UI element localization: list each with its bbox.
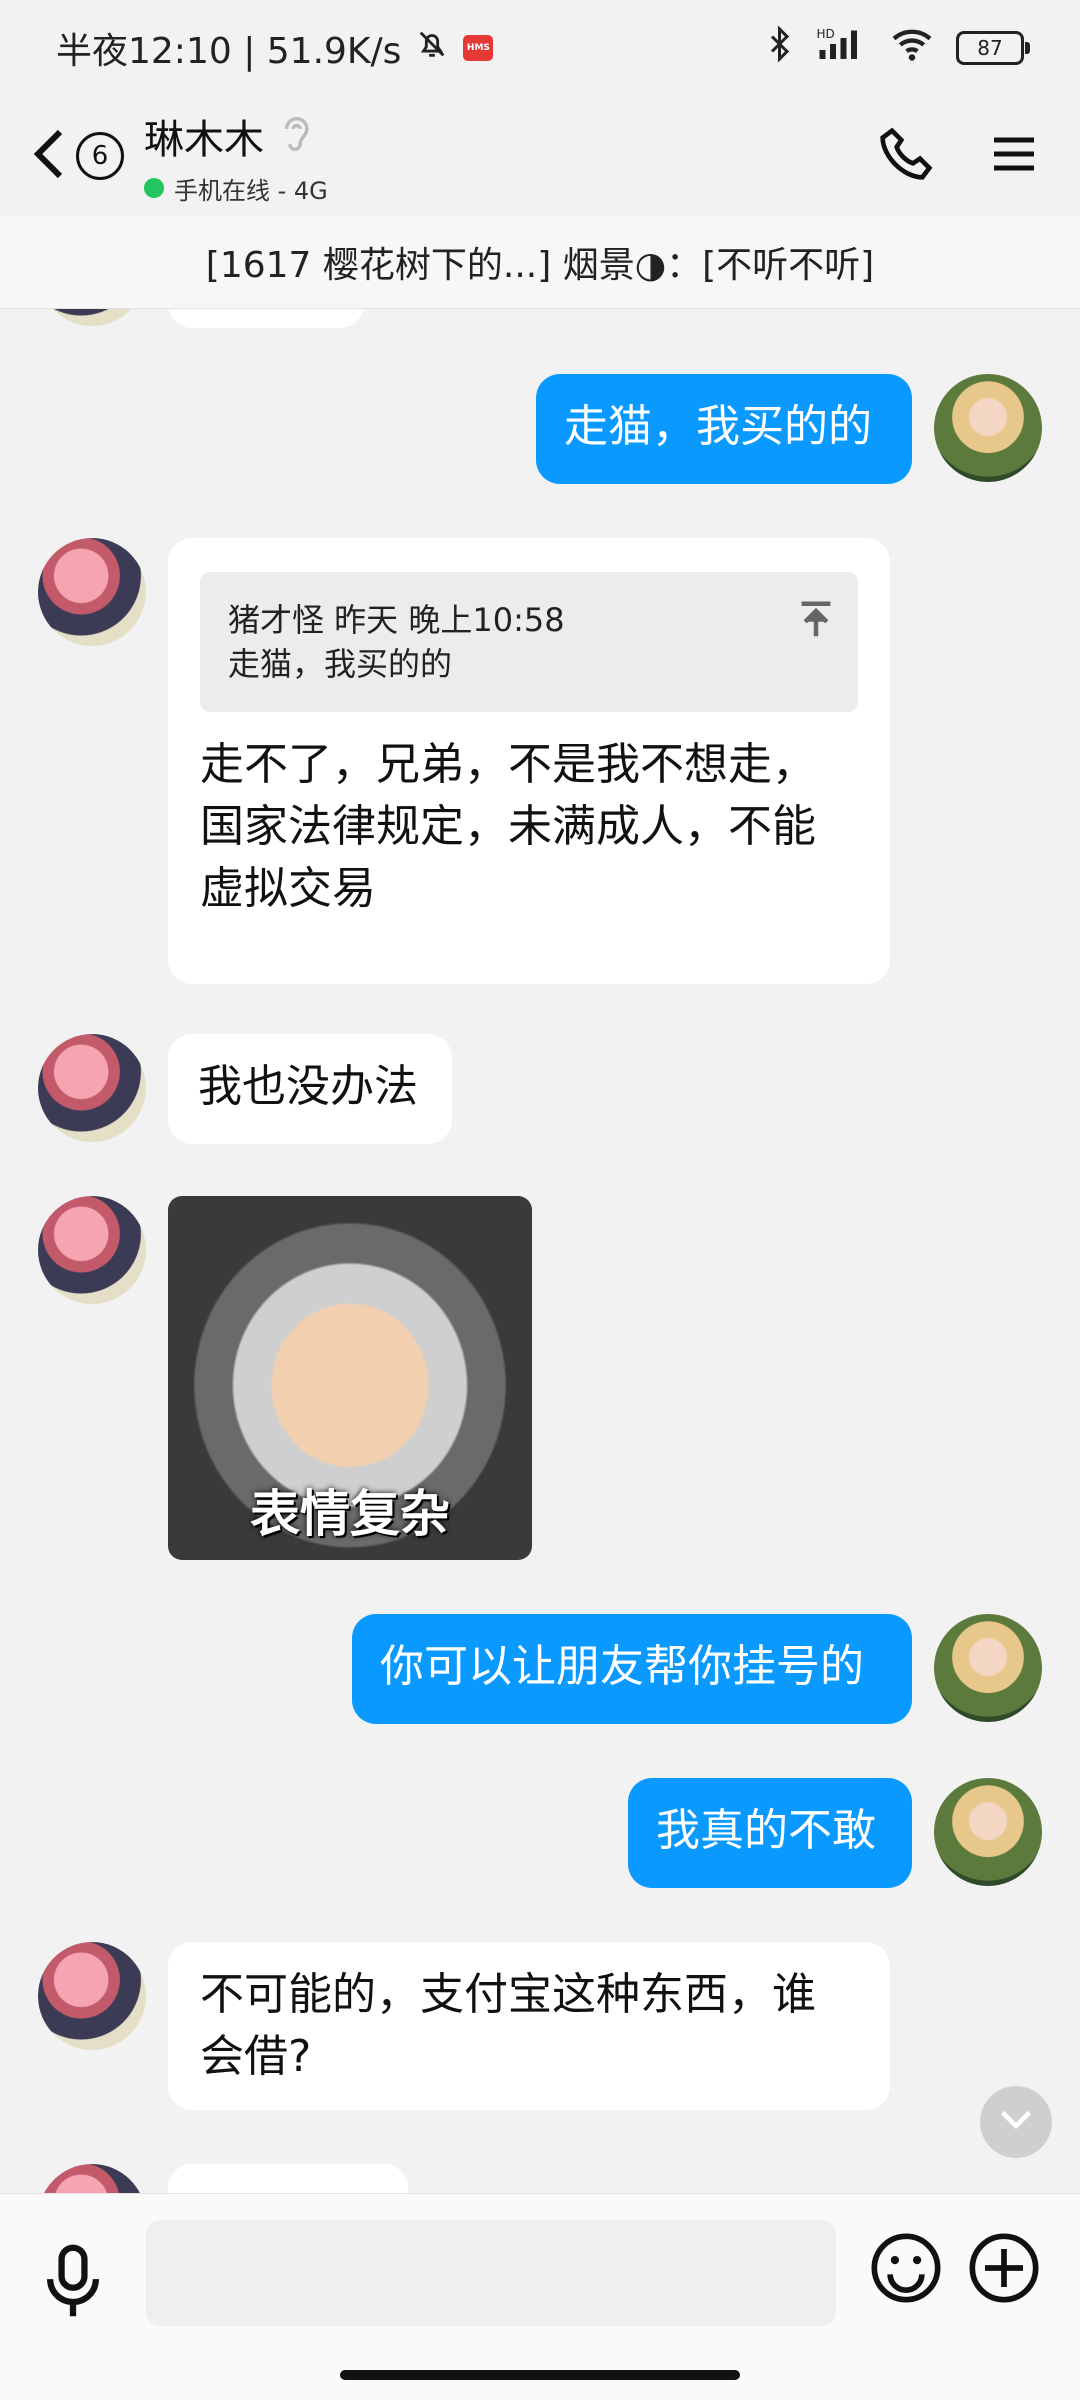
message-text-line: 走不了，兄弟，不是我不想走， — [200, 739, 816, 790]
message-bubble-partial[interactable] — [168, 2164, 408, 2193]
battery-indicator: 87 — [956, 31, 1030, 65]
quoted-message[interactable]: 猪才怪 昨天 晚上10:58 走猫，我买的的 — [200, 572, 858, 712]
quote-text: 走猫，我买的的 — [228, 645, 453, 683]
hd-signal-icon: HD — [816, 26, 868, 71]
menu-icon[interactable] — [990, 130, 1038, 182]
unread-count-badge: 6 — [76, 132, 124, 180]
status-left: 半夜12:10 | 51.9K/s HMS — [56, 22, 494, 74]
status-bar: 半夜12:10 | 51.9K/s HMS HD 87 — [0, 0, 1080, 96]
wifi-icon — [890, 26, 934, 71]
avatar[interactable] — [38, 1196, 146, 1304]
svg-text:HD: HD — [817, 27, 835, 41]
message-text: 走猫，我买的的 — [564, 401, 872, 452]
message-bubble-sent[interactable]: 你可以让朋友帮你挂号的 — [352, 1614, 912, 1724]
scroll-to-bottom-button[interactable] — [980, 2086, 1052, 2158]
back-button[interactable]: 6 — [30, 126, 124, 186]
message-bubble-sent[interactable]: 走猫，我买的的 — [536, 374, 912, 484]
avatar[interactable] — [38, 1034, 146, 1142]
emoji-icon[interactable] — [868, 2230, 944, 2310]
message-text-line: 虚拟交易 — [200, 863, 376, 914]
avatar[interactable] — [38, 2164, 146, 2193]
online-dot — [144, 178, 164, 198]
contact-info[interactable]: 琳木木 手机在线 - 4G — [144, 107, 328, 206]
bluetooth-icon — [768, 24, 794, 71]
presence-status: 手机在线 - 4G — [144, 171, 328, 206]
ear-icon[interactable] — [278, 113, 312, 159]
pinned-message-banner[interactable]: [1617 樱花树下的...] 烟景◑：[不听不听] — [0, 216, 1080, 309]
status-time: 半夜12:10 | 51.9K/s — [56, 31, 402, 72]
chat-header: 6 琳木木 手机在线 - 4G — [0, 96, 1080, 216]
plus-icon[interactable] — [966, 2230, 1042, 2310]
message-text-line: 会借? — [200, 2031, 312, 2082]
status-right: HD 87 — [768, 24, 1030, 71]
home-indicator[interactable] — [340, 2370, 740, 2380]
avatar[interactable] — [38, 538, 146, 646]
contact-name: 琳木木 — [144, 116, 264, 163]
avatar[interactable] — [38, 1942, 146, 2050]
chevron-left-icon — [30, 126, 70, 186]
chevron-down-icon — [998, 2108, 1034, 2136]
message-bubble-received[interactable]: 猪才怪 昨天 晚上10:58 走猫，我买的的 走不了，兄弟，不是我不想走， 国家… — [168, 538, 890, 984]
microphone-icon[interactable] — [38, 2242, 108, 2326]
input-bar — [0, 2193, 1080, 2400]
message-text: 我也没办法 — [198, 1061, 418, 1112]
quote-author-time: 猪才怪 昨天 晚上10:58 — [228, 601, 565, 639]
sticker-image[interactable]: 表情复杂 — [168, 1196, 532, 1560]
phone-icon[interactable] — [878, 126, 934, 186]
message-text-line: 不可能的，支付宝这种东西，谁 — [200, 1969, 816, 2020]
avatar[interactable] — [934, 1778, 1042, 1886]
sticker-caption: 表情复杂 — [250, 1485, 450, 1543]
chat-screen: 半夜12:10 | 51.9K/s HMS HD 87 6 琳木木 手机在线 -… — [0, 0, 1080, 2400]
message-bubble-partial[interactable] — [168, 308, 364, 328]
message-text: 你可以让朋友帮你挂号的 — [380, 1641, 864, 1692]
avatar[interactable] — [934, 1614, 1042, 1722]
presence-text: 手机在线 - 4G — [174, 176, 328, 205]
hms-badge-icon: HMS — [463, 35, 494, 61]
message-bubble-received[interactable]: 不可能的，支付宝这种东西，谁 会借? — [168, 1942, 890, 2110]
message-text: 我真的不敢 — [656, 1805, 876, 1856]
jump-to-top-icon[interactable] — [798, 600, 834, 651]
message-list[interactable]: 走猫，我买的的 猪才怪 昨天 晚上10:58 走猫，我买的的 走不了，兄弟，不是… — [0, 308, 1080, 2193]
message-bubble-sent[interactable]: 我真的不敢 — [628, 1778, 912, 1888]
pinned-text: [1617 樱花树下的...] 烟景◑：[不听不听] — [205, 245, 875, 286]
message-text-line: 国家法律规定，未满成人，不能 — [200, 801, 816, 852]
bell-off-icon — [415, 27, 449, 70]
message-bubble-received[interactable]: 我也没办法 — [168, 1034, 452, 1144]
avatar[interactable] — [38, 308, 146, 326]
avatar[interactable] — [934, 374, 1042, 482]
message-input[interactable] — [146, 2220, 836, 2326]
header-actions — [878, 126, 1050, 186]
